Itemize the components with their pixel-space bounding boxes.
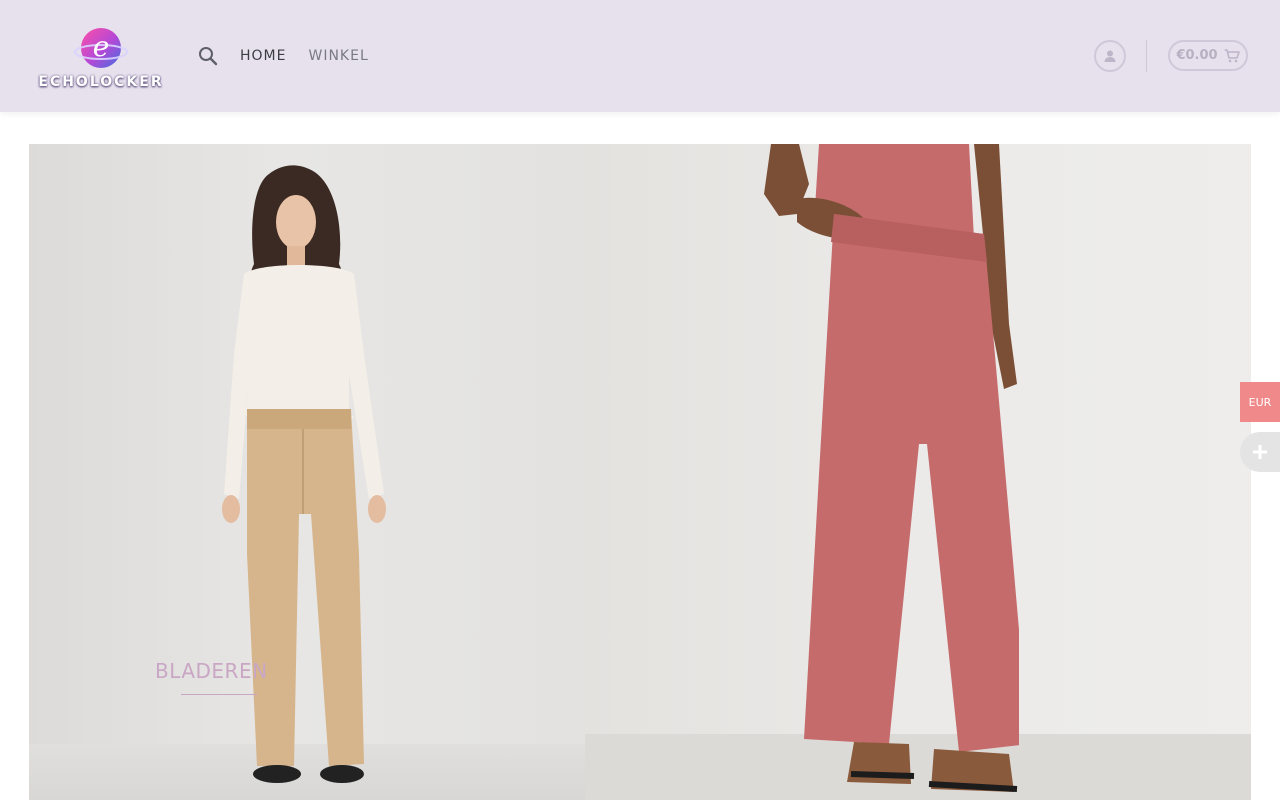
hero-model-right-image <box>764 144 1019 792</box>
header-divider <box>1146 40 1147 72</box>
nav-item-home[interactable]: HOME <box>240 48 286 64</box>
account-button[interactable] <box>1094 40 1126 72</box>
nav-item-winkel[interactable]: WINKEL <box>308 48 368 64</box>
main-nav: HOME WINKEL <box>198 42 391 70</box>
plus-icon <box>1253 445 1267 459</box>
hero-model-left-image <box>222 165 386 783</box>
hero-banner: BLADEREN <box>29 144 1251 800</box>
cart-total: €0.00 <box>1176 48 1218 63</box>
user-icon <box>1104 50 1116 62</box>
search-icon[interactable] <box>198 45 220 67</box>
site-header: e ECHOLOCKER HOME WINKEL €0.00 <box>0 0 1280 112</box>
expand-widget-button[interactable] <box>1240 432 1280 472</box>
cart-icon <box>1224 48 1240 62</box>
cart-button[interactable]: €0.00 <box>1168 40 1248 71</box>
brand-name: ECHOLOCKER <box>38 74 164 90</box>
logo-letter: e <box>93 30 110 63</box>
brand-logo[interactable]: e ECHOLOCKER <box>34 22 168 94</box>
cta-underline <box>181 694 257 695</box>
logo-badge-icon: e <box>74 28 128 68</box>
browse-cta-button[interactable]: BLADEREN <box>155 659 279 683</box>
currency-switcher[interactable]: EUR <box>1240 382 1280 422</box>
